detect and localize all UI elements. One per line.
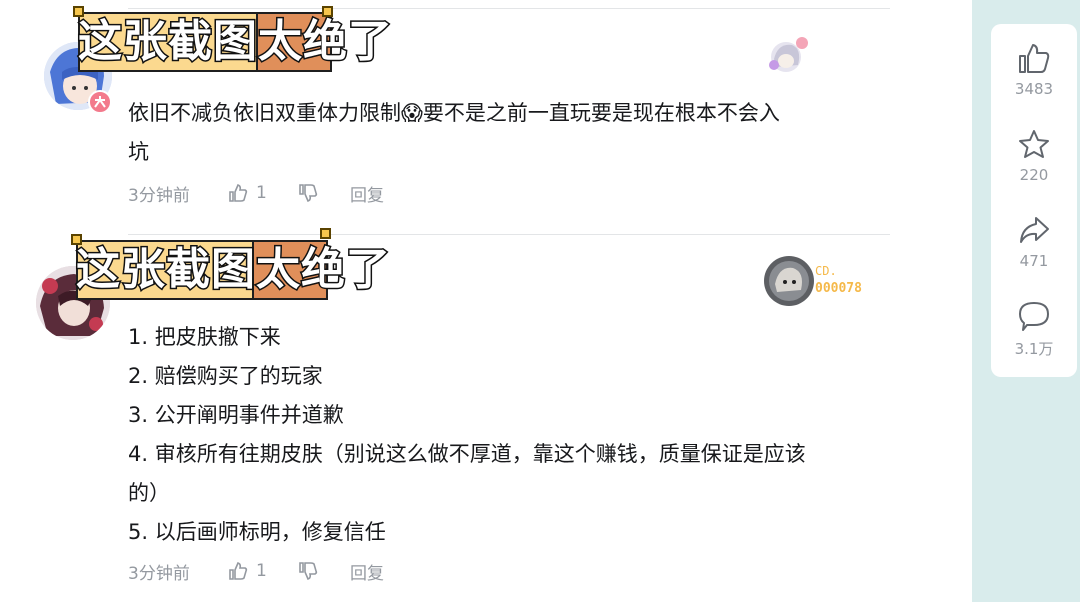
like-count: 3483: [1014, 80, 1054, 98]
like-count: 1: [256, 561, 267, 581]
comment-count: 3.1万: [1014, 340, 1054, 358]
caption-overlay: 这张截图太绝了: [73, 6, 394, 72]
comment-bubble-icon: [1019, 302, 1049, 331]
thumbs-up-icon: [1019, 44, 1050, 73]
divider: [128, 234, 890, 235]
thumbs-down-icon: [299, 562, 318, 580]
comment-line: 3. 公开阐明事件并道歉: [128, 403, 344, 427]
medal-text-bottom: 000078: [815, 281, 862, 296]
dislike-button[interactable]: [298, 183, 350, 203]
comment-line: 坑: [128, 140, 149, 164]
like-count: 1: [256, 183, 267, 203]
caption-overlay: 这张截图太绝了: [71, 228, 392, 300]
resize-handle[interactable]: [322, 6, 333, 17]
sidebar-like-button[interactable]: 3483: [991, 42, 1077, 98]
caption-text: 这张截图太绝了: [77, 15, 394, 69]
sidebar-favorite-button[interactable]: 220: [991, 128, 1077, 184]
action-sidebar: 3483 220 471 3.1万: [991, 24, 1077, 377]
thumbs-up-icon: [229, 184, 248, 202]
resize-handle[interactable]: [320, 228, 331, 239]
comment-meta: 3分钟前 1 回复: [128, 559, 384, 584]
comment-text: 依旧不减负依旧双重体力限制😱要不是之前一直玩要是现在根本不会入 坑: [128, 94, 888, 172]
comment-line: 的）: [128, 481, 170, 505]
user-level-badge-icon: [88, 90, 112, 114]
comment-section: 依旧不减负依旧双重体力限制😱要不是之前一直玩要是现在根本不会入 坑 3分钟前 1…: [0, 0, 972, 602]
comment-line: 1. 把皮肤撤下来: [128, 325, 281, 349]
comment-time: 3分钟前: [128, 563, 190, 584]
favorite-count: 220: [1019, 166, 1049, 184]
thumbs-down-icon: [299, 184, 318, 202]
comment-line: 4. 审核所有往期皮肤（别说这么做不厚道，靠这个赚钱，质量保证是应该: [128, 442, 806, 466]
dislike-button[interactable]: [298, 561, 350, 581]
divider: [128, 8, 890, 9]
comment-line: 5. 以后画师标明，修复信任: [128, 520, 386, 544]
sidebar-share-button[interactable]: 471: [991, 214, 1077, 270]
comment-line: 依旧不减负依旧双重体力限制😱要不是之前一直玩要是现在根本不会入: [128, 101, 780, 125]
fan-medal-icon: CD. 000078: [761, 254, 877, 308]
share-count: 471: [1019, 252, 1049, 270]
resize-handle[interactable]: [73, 6, 84, 17]
comment-meta: 3分钟前 1 回复: [128, 181, 384, 206]
reply-button[interactable]: 回复: [350, 559, 384, 584]
like-button[interactable]: 1: [228, 561, 298, 581]
share-icon: [1020, 217, 1049, 243]
medal-text-top: CD.: [815, 264, 837, 278]
comment-line: 2. 赔偿购买了的玩家: [128, 364, 323, 388]
like-button[interactable]: 1: [228, 183, 298, 203]
sidebar-comment-button[interactable]: 3.1万: [991, 300, 1077, 359]
comment-text: 1. 把皮肤撤下来 2. 赔偿购买了的玩家 3. 公开阐明事件并道歉 4. 审核…: [128, 318, 888, 552]
star-icon: [1019, 130, 1049, 158]
caption-text: 这张截图太绝了: [75, 243, 392, 297]
resize-handle[interactable]: [71, 234, 82, 245]
reply-button[interactable]: 回复: [350, 181, 384, 206]
comment-time: 3分钟前: [128, 185, 190, 206]
fan-medal-icon: [764, 35, 810, 75]
thumbs-up-icon: [229, 562, 248, 580]
